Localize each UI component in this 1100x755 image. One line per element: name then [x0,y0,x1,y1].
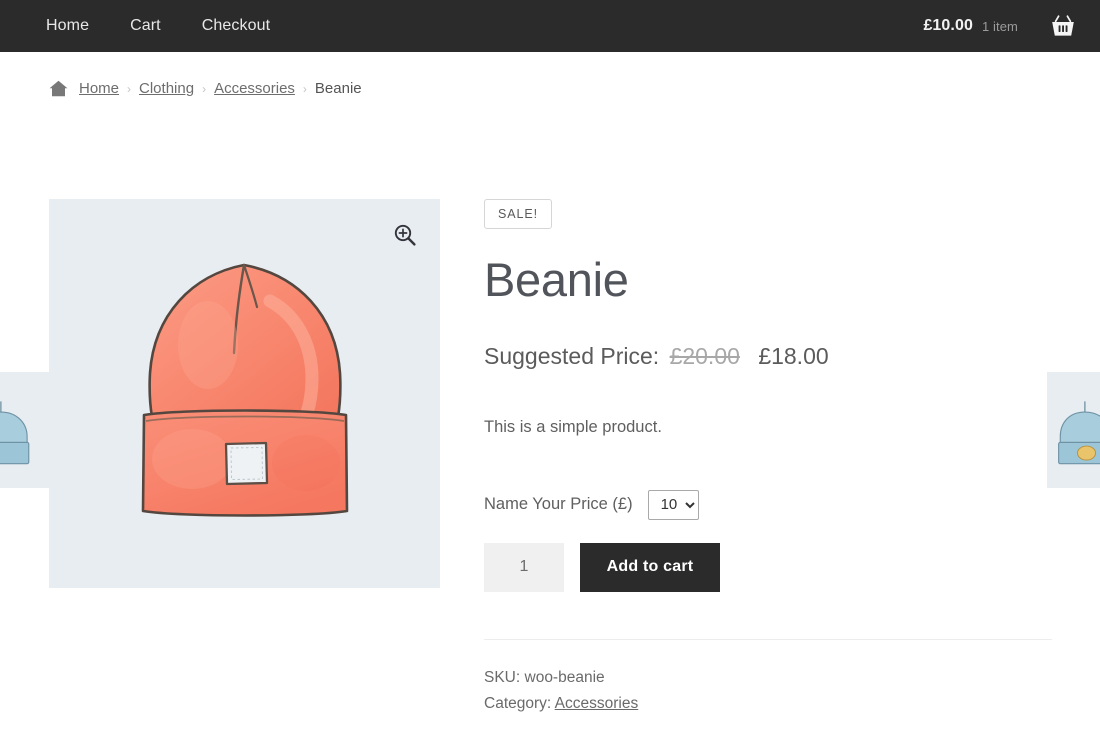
nav-link-cart[interactable]: Cart [130,17,161,35]
gallery-thumbnail-previous[interactable] [0,372,53,488]
cart-item-count: 1 item [981,18,1018,34]
product-short-description: This is a simple product. [484,418,662,437]
category-label: Category: [484,694,552,712]
name-your-price-row: Name Your Price (£) 10 [484,489,1054,520]
nav-link-checkout[interactable]: Checkout [202,17,270,35]
site-header: Home Cart Checkout £10.00 1 item [0,0,1100,52]
breadcrumb: Home › Clothing › Accessories › Beanie [49,80,362,97]
sku-value: woo-beanie [524,668,605,686]
price-original: £20.00 [669,343,740,370]
breadcrumb-separator: › [202,81,207,96]
beanie-illustration [141,263,348,517]
add-to-cart-form: Add to cart [484,542,1054,592]
category-link[interactable]: Accessories [555,695,639,712]
meta-divider [484,638,1052,640]
breadcrumb-item-clothing[interactable]: Clothing [139,80,194,97]
sale-badge: SALE! [484,199,552,229]
quantity-input[interactable] [484,542,564,592]
product-main-image[interactable] [49,199,440,588]
shopping-basket-icon[interactable] [1051,14,1075,38]
breadcrumb-item-home[interactable]: Home [79,80,119,97]
price-label: Suggested Price: [484,343,660,370]
product-title: Beanie [484,252,629,306]
cart-total-amount: £10.00 [923,17,973,34]
name-your-price-label: Name Your Price (£) [484,495,633,514]
price-sale: £18.00 [758,343,829,370]
home-icon [49,80,68,97]
gallery-thumbnail-next[interactable] [1047,372,1100,488]
product-price: Suggested Price: £20.00 £18.00 [484,342,1054,372]
breadcrumb-separator: › [302,81,307,96]
primary-navigation: Home Cart Checkout [46,17,311,35]
sku-label: SKU: [484,668,521,686]
nav-link-home[interactable]: Home [46,17,89,35]
add-to-cart-button[interactable]: Add to cart [580,542,720,592]
product-sku: SKU: woo-beanie [484,665,1054,691]
breadcrumb-item-accessories[interactable]: Accessories [214,80,295,97]
product-category: Category: Accessories [484,691,1054,717]
header-cart[interactable]: £10.00 1 item [923,0,1100,52]
breadcrumb-item-current: Beanie [314,80,362,97]
product-meta: SKU: woo-beanie Category: Accessories [484,665,1054,717]
name-your-price-select[interactable]: 10 [647,489,699,520]
magnifier-plus-icon[interactable] [393,223,417,247]
breadcrumb-separator: › [127,81,132,96]
product-summary: SALE! Beanie Suggested Price: £20.00 £18… [484,199,1054,717]
